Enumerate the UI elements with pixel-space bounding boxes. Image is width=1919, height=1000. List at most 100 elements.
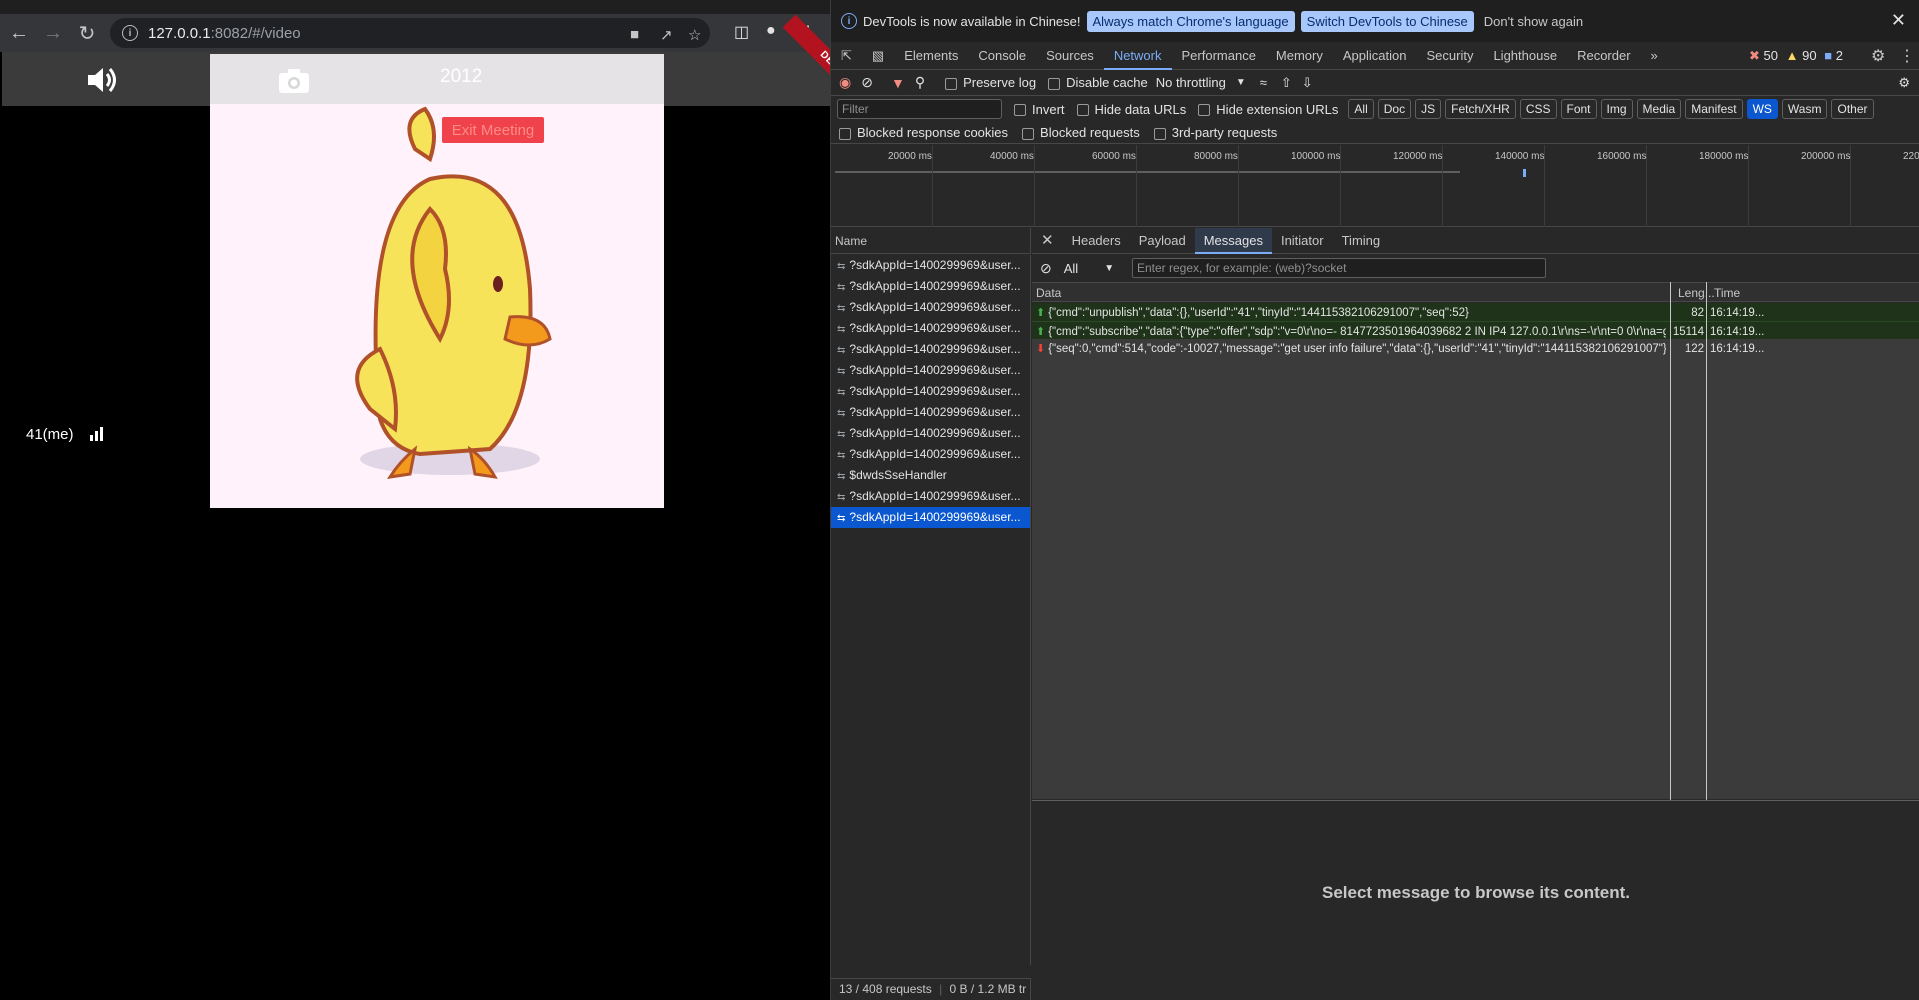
- request-row[interactable]: ⇆ ?sdkAppId=1400299969&user...: [831, 444, 1030, 465]
- request-row[interactable]: ⇆ ?sdkAppId=1400299969&user...: [831, 486, 1030, 507]
- request-row[interactable]: ⇆ ?sdkAppId=1400299969&user...: [831, 423, 1030, 444]
- chip-ws[interactable]: WS: [1746, 99, 1778, 119]
- side-panel-icon[interactable]: ◫: [734, 22, 749, 42]
- dropdown-caret-icon[interactable]: ▼: [1104, 263, 1114, 274]
- record-stop-icon[interactable]: ◉: [839, 74, 851, 91]
- hide-data-urls-checkbox[interactable]: Hide data URLs: [1076, 102, 1186, 117]
- inspect-element-icon[interactable]: ⇱: [831, 42, 862, 70]
- tab-sources[interactable]: Sources: [1036, 42, 1104, 70]
- devtools-menu-icon[interactable]: ⋮: [1899, 46, 1915, 66]
- camera-icon[interactable]: [278, 68, 310, 94]
- chip-manifest[interactable]: Manifest: [1685, 99, 1743, 119]
- close-detail-icon[interactable]: ✕: [1032, 228, 1063, 254]
- tab-security[interactable]: Security: [1416, 42, 1483, 70]
- hide-extension-urls-checkbox[interactable]: Hide extension URLs: [1198, 102, 1338, 117]
- request-row[interactable]: ⇆ ?sdkAppId=1400299969&user...: [831, 381, 1030, 402]
- speaker-icon[interactable]: [86, 66, 120, 94]
- request-row[interactable]: ⇆ ?sdkAppId=1400299969&user...: [831, 318, 1030, 339]
- match-language-button[interactable]: Always match Chrome's language: [1086, 10, 1295, 32]
- blocked-requests-checkbox[interactable]: Blocked requests: [1022, 125, 1140, 140]
- network-overview-timeline[interactable]: 20000 ms 40000 ms 60000 ms 80000 ms 1000…: [831, 145, 1919, 227]
- tab-initiator[interactable]: Initiator: [1272, 228, 1333, 254]
- request-row[interactable]: ⇆ ?sdkAppId=1400299969&user...: [831, 276, 1030, 297]
- regex-filter-input[interactable]: Enter regex, for example: (web)?socket: [1132, 258, 1546, 278]
- more-tabs-icon[interactable]: »: [1641, 42, 1668, 70]
- tab-console[interactable]: Console: [968, 42, 1036, 70]
- close-icon[interactable]: ✕: [1891, 10, 1906, 31]
- tab-headers[interactable]: Headers: [1063, 228, 1130, 254]
- request-row[interactable]: ⇆ ?sdkAppId=1400299969&user...: [831, 339, 1030, 360]
- data-column-header[interactable]: Data: [1036, 286, 1061, 300]
- filter-input[interactable]: Filter: [837, 99, 1002, 119]
- third-party-checkbox[interactable]: 3rd-party requests: [1153, 125, 1277, 140]
- request-row[interactable]: ⇆ ?sdkAppId=1400299969&user...: [831, 360, 1030, 381]
- chip-css[interactable]: CSS: [1519, 99, 1557, 119]
- column-divider[interactable]: [1670, 282, 1671, 800]
- tab-timing[interactable]: Timing: [1333, 228, 1390, 254]
- chip-doc[interactable]: Doc: [1377, 99, 1412, 119]
- request-list: ⇆ ?sdkAppId=1400299969&user... ⇆ ?sdkAppId…: [831, 255, 1031, 965]
- import-har-icon[interactable]: ⇧: [1281, 75, 1292, 91]
- network-conditions-icon[interactable]: ≈: [1260, 75, 1267, 90]
- chip-media[interactable]: Media: [1636, 99, 1682, 119]
- search-icon[interactable]: ⚲: [915, 74, 925, 91]
- device-toolbar-icon[interactable]: ▧: [862, 42, 894, 70]
- network-settings-icon[interactable]: ⚙: [1898, 75, 1910, 91]
- browser-toolbar: ← → ↻ i 127.0.0.1:8082/#/video ■ ↗ ☆ ◫ ●…: [0, 14, 830, 52]
- chip-other[interactable]: Other: [1831, 99, 1874, 119]
- time-column-header[interactable]: Time: [1714, 286, 1740, 300]
- timeline-label: 20000 ms: [888, 151, 932, 162]
- back-arrow-icon[interactable]: ←: [4, 18, 34, 48]
- tab-elements[interactable]: Elements: [894, 42, 968, 70]
- tab-payload[interactable]: Payload: [1130, 228, 1195, 254]
- chip-wasm[interactable]: Wasm: [1781, 99, 1828, 119]
- chip-fetch-xhr[interactable]: Fetch/XHR: [1445, 99, 1516, 119]
- share-icon[interactable]: ↗: [660, 26, 673, 44]
- bookmark-star-icon[interactable]: ☆: [688, 26, 701, 44]
- clear-messages-icon[interactable]: ⊘: [1040, 260, 1052, 277]
- profile-icon[interactable]: ●: [766, 22, 776, 40]
- tab-application[interactable]: Application: [1333, 42, 1417, 70]
- tab-recorder[interactable]: Recorder: [1567, 42, 1640, 70]
- switch-chinese-button[interactable]: Switch DevTools to Chinese: [1300, 10, 1474, 32]
- message-row[interactable]: ⬇ {"seq":0,"cmd":514,"code":-10027,"messa…: [1032, 339, 1919, 360]
- chip-all[interactable]: All: [1348, 99, 1374, 119]
- request-row[interactable]: ⇆ ?sdkAppId=1400299969&user...: [831, 297, 1030, 318]
- tab-messages[interactable]: Messages: [1194, 227, 1272, 254]
- issue-counters[interactable]: ✖ 50 ▲ 90 ■ 2: [1749, 48, 1843, 64]
- detail-tabbar: ✕ Headers Payload Messages Initiator Tim…: [1032, 227, 1919, 254]
- tab-network[interactable]: Network: [1103, 42, 1172, 70]
- forward-arrow-icon[interactable]: →: [38, 18, 68, 48]
- request-row[interactable]: ⇆ ?sdkAppId=1400299969&user...: [831, 255, 1030, 276]
- tab-performance[interactable]: Performance: [1172, 42, 1266, 70]
- site-info-icon[interactable]: i: [122, 25, 138, 41]
- camera-permission-icon[interactable]: ■: [630, 26, 639, 43]
- filter-funnel-icon[interactable]: ▼: [891, 75, 905, 91]
- dont-show-again-button[interactable]: Don't show again: [1484, 14, 1583, 29]
- chip-img[interactable]: Img: [1600, 99, 1633, 119]
- request-row[interactable]: ⇆ $dwdsSseHandler: [831, 465, 1030, 486]
- message-type-select[interactable]: All: [1064, 261, 1078, 276]
- clear-icon[interactable]: ⊘: [861, 74, 873, 91]
- tab-memory[interactable]: Memory: [1266, 42, 1333, 70]
- reload-icon[interactable]: ↻: [72, 18, 102, 48]
- throttling-select[interactable]: No throttling: [1156, 75, 1226, 90]
- address-bar[interactable]: i 127.0.0.1:8082/#/video ■ ↗ ☆: [110, 18, 710, 48]
- tab-lighthouse[interactable]: Lighthouse: [1483, 42, 1567, 70]
- invert-checkbox[interactable]: Invert: [1014, 102, 1065, 117]
- chip-js[interactable]: JS: [1415, 99, 1442, 119]
- export-har-icon[interactable]: ⇩: [1302, 75, 1313, 91]
- timeline-label: 180000 ms: [1699, 151, 1749, 162]
- disable-cache-checkbox[interactable]: Disable cache: [1048, 75, 1148, 90]
- settings-gear-icon[interactable]: ⚙: [1871, 46, 1885, 66]
- exit-meeting-button[interactable]: Exit Meeting: [442, 117, 544, 143]
- request-row-selected[interactable]: ⇆ ?sdkAppId=1400299969&user...: [831, 507, 1030, 528]
- request-row[interactable]: ⇆ ?sdkAppId=1400299969&user...: [831, 402, 1030, 423]
- chip-font[interactable]: Font: [1560, 99, 1597, 119]
- preserve-log-checkbox[interactable]: Preserve log: [945, 75, 1036, 90]
- dropdown-caret-icon[interactable]: ▼: [1236, 77, 1246, 88]
- blocked-cookies-checkbox[interactable]: Blocked response cookies: [839, 125, 1008, 140]
- name-column-header[interactable]: Name: [831, 228, 1031, 254]
- length-column-header[interactable]: Leng...: [1678, 286, 1715, 300]
- column-divider[interactable]: [1706, 282, 1707, 800]
